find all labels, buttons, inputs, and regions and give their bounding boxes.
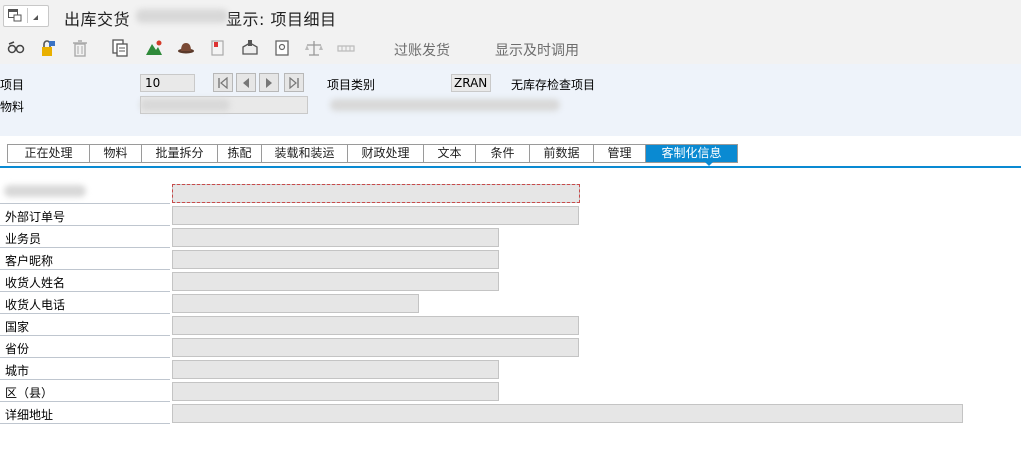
- address-detail-input[interactable]: [172, 404, 963, 423]
- dropdown-corner-icon: [33, 15, 38, 20]
- province-input[interactable]: [172, 338, 579, 357]
- system-menu-button[interactable]: [3, 5, 49, 27]
- recipient-name-label: 收货人姓名: [5, 276, 66, 290]
- field-row: 区（县）: [0, 380, 1021, 402]
- display-glasses-icon[interactable]: [6, 38, 26, 58]
- external-order-label: 外部订单号: [5, 210, 66, 224]
- field-row: 收货人姓名: [0, 270, 1021, 292]
- field-row: 详细地址: [0, 402, 1021, 424]
- row-divider: [0, 423, 170, 424]
- document-view-icon[interactable]: [272, 38, 292, 58]
- tab-text[interactable]: 文本: [424, 145, 476, 162]
- change-lock-icon[interactable]: [38, 38, 58, 58]
- post-goods-issue-button[interactable]: 过账发货: [394, 40, 450, 60]
- tab-material[interactable]: 物料: [90, 145, 142, 162]
- item-category-description: 无库存检查项目: [511, 78, 596, 92]
- partner-mountain-icon[interactable]: [144, 38, 164, 58]
- document-red-icon[interactable]: [208, 38, 228, 58]
- address-detail-label: 详细地址: [5, 408, 54, 422]
- redacted-material-number: [140, 99, 230, 111]
- field-row: 收货人电话: [0, 292, 1021, 314]
- scale-icon[interactable]: [304, 38, 324, 58]
- field-row: 国家: [0, 314, 1021, 336]
- application-toolbar: 过账发货 显示及时调用: [0, 32, 1021, 64]
- customer-nickname-input[interactable]: [172, 250, 499, 269]
- field-row: [0, 182, 1021, 204]
- item-category-field[interactable]: ZRAN: [451, 74, 491, 92]
- field-row: 业务员: [0, 226, 1021, 248]
- display-call-button[interactable]: 显示及时调用: [495, 40, 579, 60]
- next-item-button[interactable]: [259, 73, 279, 92]
- recipient-name-input[interactable]: [172, 272, 499, 291]
- tab-conditions[interactable]: 条件: [476, 145, 530, 162]
- item-category-label: 项目类别: [327, 78, 376, 92]
- document-flow-icon[interactable]: [110, 38, 130, 58]
- city-label: 城市: [5, 364, 30, 378]
- recipient-phone-label: 收货人电话: [5, 298, 66, 312]
- redacted-material-description: [330, 99, 560, 111]
- salesperson-label: 业务员: [5, 232, 42, 246]
- tab-custom-info[interactable]: 客制化信息: [646, 145, 738, 162]
- item-header: 项目 10 项目类别 ZRAN 无库存检查项目 物料: [0, 64, 1021, 136]
- tab-batch-split[interactable]: 批量拆分: [142, 145, 218, 162]
- custom-info-panel: 外部订单号 业务员 客户昵称 收货人姓名 收货人电话 国家 省份 城市 区（县）: [0, 168, 1021, 464]
- material-label: 物料: [0, 100, 25, 114]
- hat-icon[interactable]: [176, 38, 196, 58]
- last-icon: [289, 77, 299, 89]
- province-label: 省份: [5, 342, 30, 356]
- title-bar: 出库交货 显示: 项目细目: [0, 0, 1021, 32]
- tab-administration[interactable]: 管理: [594, 145, 646, 162]
- country-input[interactable]: [172, 316, 579, 335]
- menu-separator: [27, 8, 28, 23]
- next-icon: [266, 78, 272, 88]
- batch-split-icon[interactable]: [336, 38, 356, 58]
- field-row: 外部订单号: [0, 204, 1021, 226]
- title-prefix: 出库交货: [64, 10, 131, 29]
- last-item-button[interactable]: [284, 73, 304, 92]
- first-icon: [218, 77, 228, 89]
- item-number-field[interactable]: 10: [140, 74, 195, 92]
- tab-financial-processing[interactable]: 财政处理: [348, 145, 424, 162]
- external-order-input[interactable]: [172, 206, 579, 225]
- district-input[interactable]: [172, 382, 499, 401]
- customer-nickname-label: 客户昵称: [5, 254, 54, 268]
- country-label: 国家: [5, 320, 30, 334]
- previous-icon: [243, 78, 249, 88]
- previous-item-button[interactable]: [236, 73, 256, 92]
- tabs-container: 正在处理 物料 批量拆分 拣配 装载和装运 财政处理 文本 条件 前数据 管理 …: [7, 144, 738, 163]
- window-menu-icon: [8, 9, 22, 22]
- tab-loading-shipping[interactable]: 装载和装运: [262, 145, 348, 162]
- export-box-icon[interactable]: [240, 38, 260, 58]
- title-suffix: 显示: 项目细目: [226, 10, 337, 29]
- field-row: 省份: [0, 336, 1021, 358]
- custom-field-input[interactable]: [172, 184, 580, 203]
- salesperson-input[interactable]: [172, 228, 499, 247]
- item-label: 项目: [0, 78, 25, 92]
- tab-processing[interactable]: 正在处理: [8, 145, 90, 162]
- field-row: 城市: [0, 358, 1021, 380]
- delete-trash-icon[interactable]: [70, 38, 90, 58]
- city-input[interactable]: [172, 360, 499, 379]
- redacted-delivery-number: [136, 9, 228, 23]
- district-label: 区（县）: [5, 386, 54, 400]
- tab-strip: 正在处理 物料 批量拆分 拣配 装载和装运 财政处理 文本 条件 前数据 管理 …: [0, 136, 1021, 168]
- tab-preceding-data[interactable]: 前数据: [530, 145, 594, 162]
- first-item-button[interactable]: [213, 73, 233, 92]
- recipient-phone-input[interactable]: [172, 294, 419, 313]
- field-row: 客户昵称: [0, 248, 1021, 270]
- tab-picking[interactable]: 拣配: [218, 145, 262, 162]
